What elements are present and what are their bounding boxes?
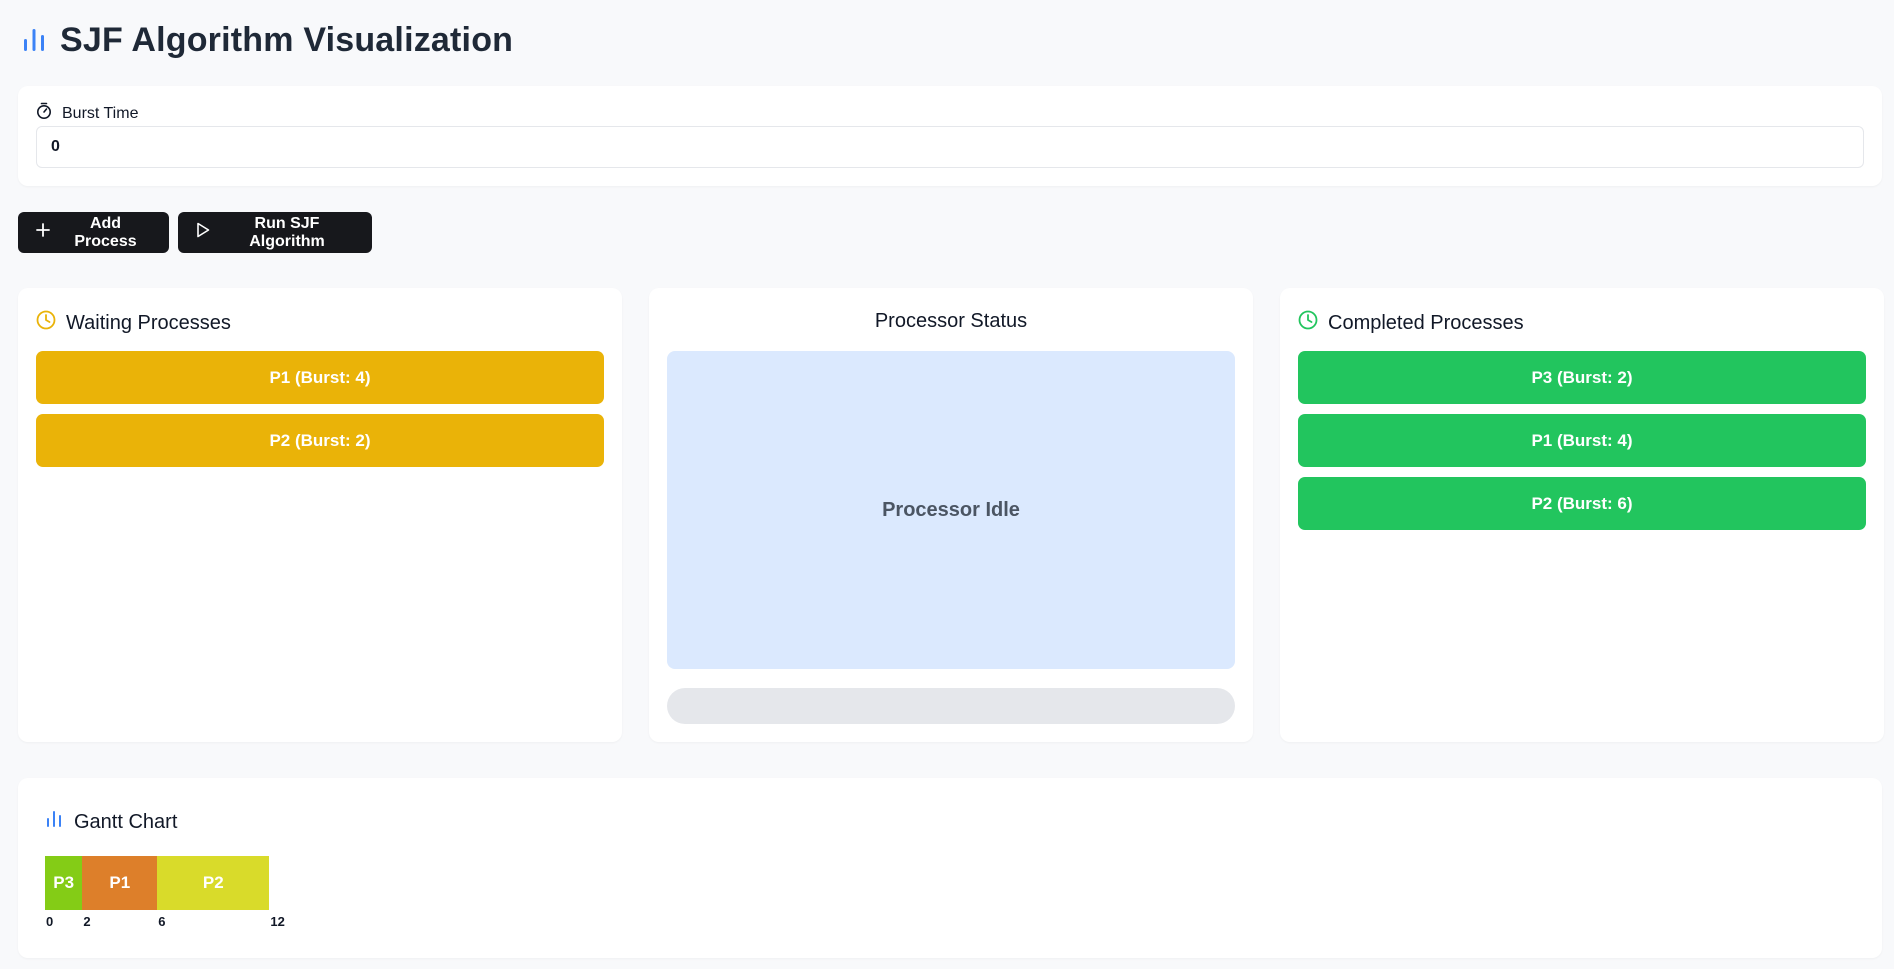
waiting-process-item[interactable]: P2 (Burst: 2)	[36, 414, 604, 467]
waiting-process-list: P1 (Burst: 4) P2 (Burst: 2)	[36, 351, 604, 477]
bar-chart-icon	[22, 27, 46, 53]
waiting-panel-title: Waiting Processes	[66, 311, 231, 334]
burst-time-label: Burst Time	[62, 104, 139, 122]
processor-display: Processor Idle	[667, 351, 1235, 669]
processor-panel-header: Processor Status	[649, 310, 1253, 333]
gantt-tick-label: 2	[83, 914, 91, 929]
run-sjf-label: Run SJF Algorithm	[249, 214, 325, 250]
waiting-process-item[interactable]: P1 (Burst: 4)	[36, 351, 604, 404]
add-process-label: Add Process	[74, 214, 137, 250]
completed-process-list: P3 (Burst: 2) P1 (Burst: 4) P2 (Burst: 6…	[1298, 351, 1866, 540]
completed-process-item[interactable]: P2 (Burst: 6)	[1298, 477, 1866, 530]
gantt-bar-p2: P2	[157, 856, 270, 910]
clock-icon	[1298, 310, 1318, 336]
processor-status-text: Processor Idle	[882, 498, 1020, 521]
run-sjf-button[interactable]: Run SJF Algorithm	[178, 212, 372, 253]
gantt-header: Gantt Chart	[46, 810, 177, 834]
burst-time-input[interactable]	[36, 126, 1864, 168]
completed-processes-panel: Completed Processes P3 (Burst: 2) P1 (Bu…	[1280, 288, 1884, 742]
gantt-tick-label: 6	[158, 914, 166, 929]
completed-process-item[interactable]: P1 (Burst: 4)	[1298, 414, 1866, 467]
page-title: SJF Algorithm Visualization	[60, 20, 514, 59]
gantt-bar-p1: P1	[82, 856, 158, 910]
waiting-processes-panel: Waiting Processes P1 (Burst: 4) P2 (Burs…	[18, 288, 622, 742]
gantt-bar-p3: P3	[45, 856, 83, 910]
processor-status-panel: Processor Status Processor Idle	[649, 288, 1253, 742]
completed-process-item[interactable]: P3 (Burst: 2)	[1298, 351, 1866, 404]
burst-time-label-row: Burst Time	[36, 102, 138, 125]
processor-progress-bar	[667, 688, 1235, 724]
timer-icon	[36, 102, 52, 125]
burst-time-card: Burst Time	[18, 86, 1882, 186]
gantt-timeline: P3 P1 P2 0 2 6 12	[45, 856, 1845, 946]
completed-panel-title: Completed Processes	[1328, 311, 1524, 334]
gantt-tick-label: 0	[46, 914, 54, 929]
completed-panel-header: Completed Processes	[1298, 310, 1524, 336]
gantt-chart-card: Gantt Chart P3 P1 P2 0 2 6 12	[18, 778, 1882, 958]
page-header: SJF Algorithm Visualization	[22, 18, 513, 62]
play-icon	[196, 222, 210, 243]
clock-icon	[36, 310, 56, 336]
processor-panel-title: Processor Status	[874, 310, 1028, 332]
bar-chart-icon	[46, 810, 62, 834]
waiting-panel-header: Waiting Processes	[36, 310, 231, 336]
plus-icon	[36, 223, 50, 242]
gantt-tick-label: 12	[270, 914, 285, 929]
add-process-button[interactable]: Add Process	[18, 212, 169, 253]
app-root: SJF Algorithm Visualization Burst Time A…	[0, 0, 1894, 969]
gantt-title: Gantt Chart	[74, 810, 178, 833]
